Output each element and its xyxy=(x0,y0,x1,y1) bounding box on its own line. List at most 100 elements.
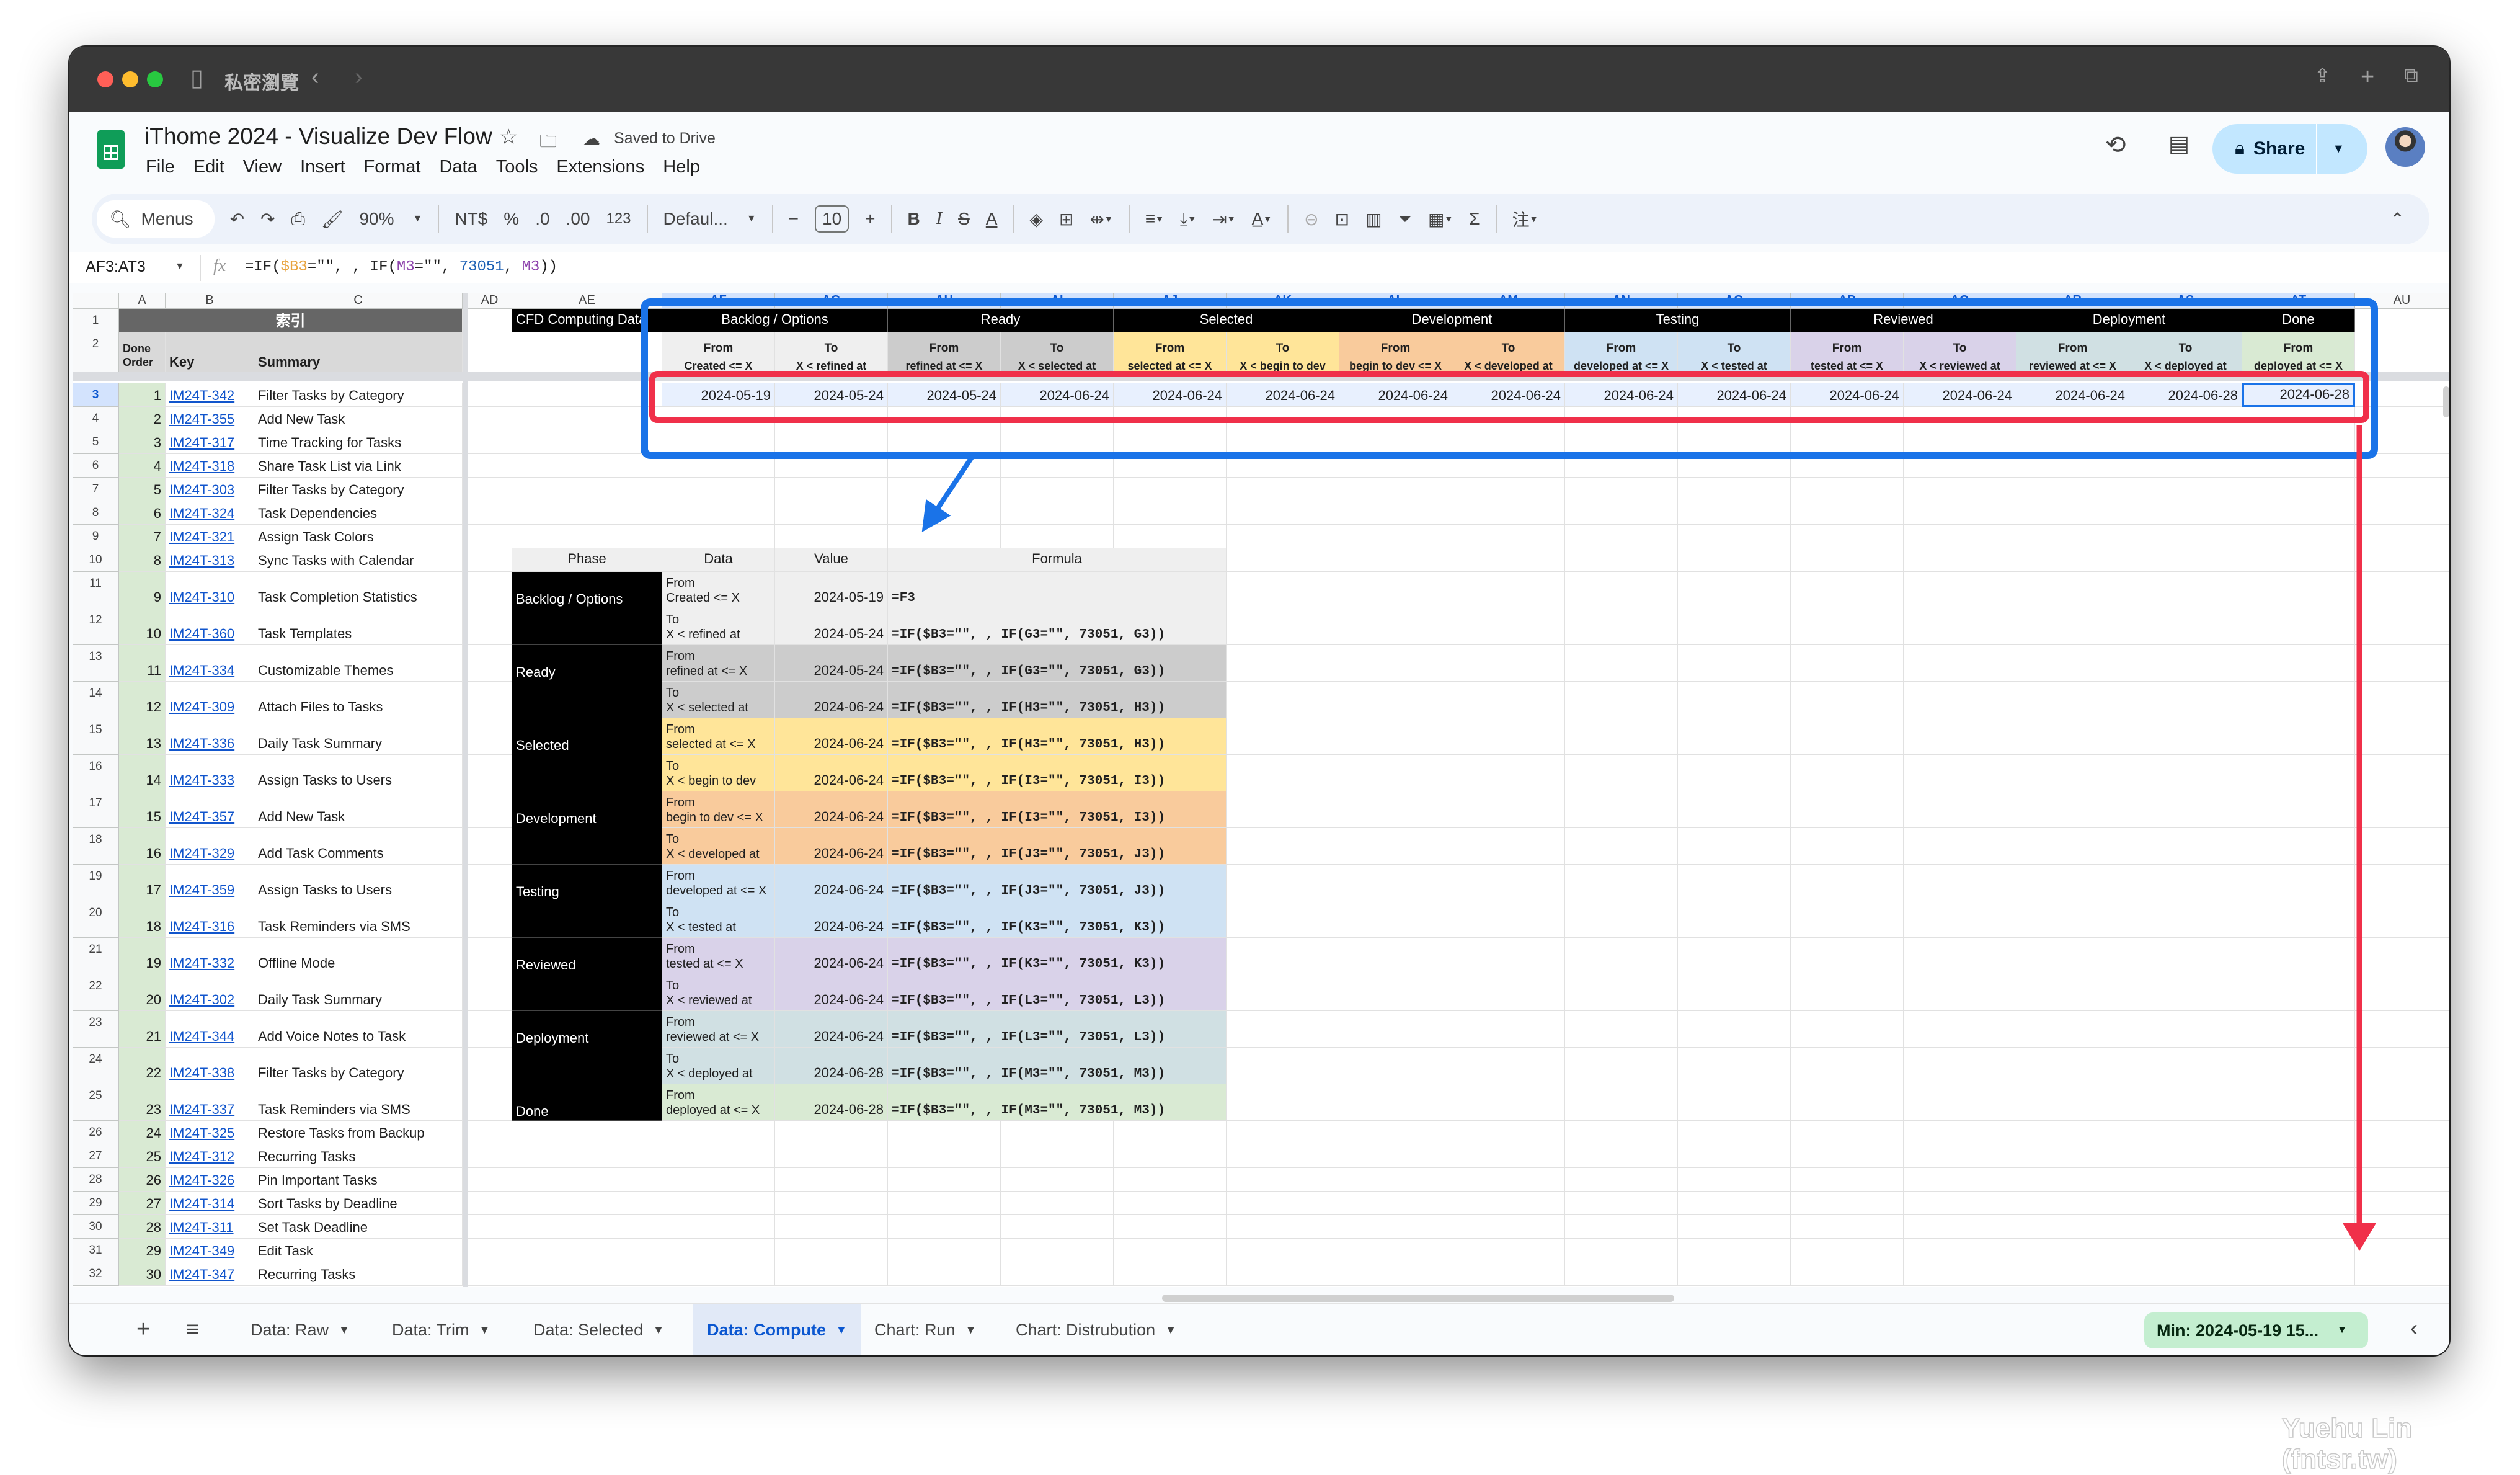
cell[interactable] xyxy=(2355,1192,2449,1215)
cell[interactable] xyxy=(1565,645,1678,682)
cell[interactable] xyxy=(2355,548,2449,572)
chevron-down-icon[interactable]: ▼ xyxy=(339,1324,350,1337)
issue-key-link[interactable]: IM24T-332 xyxy=(166,938,254,974)
cell[interactable] xyxy=(2129,791,2242,828)
menu-file[interactable]: File xyxy=(146,157,175,177)
horizontal-align-icon[interactable]: ≡ ▼ xyxy=(1145,209,1164,229)
cell[interactable] xyxy=(1678,1048,1791,1084)
row-header[interactable]: 1 xyxy=(73,309,119,332)
cfd-date-cell[interactable]: 2024-06-24 xyxy=(1227,383,1339,407)
cell[interactable] xyxy=(1339,1144,1452,1168)
new-tab-icon[interactable]: + xyxy=(2361,64,2374,91)
cell[interactable] xyxy=(1114,1262,1227,1286)
cell[interactable] xyxy=(2016,1262,2129,1286)
cell[interactable] xyxy=(2016,1168,2129,1192)
tab-overview-icon[interactable]: ⧉ xyxy=(2404,64,2418,87)
cell[interactable] xyxy=(1565,430,1678,454)
cell[interactable] xyxy=(468,1011,512,1048)
column-header[interactable]: AM xyxy=(1452,293,1565,309)
column-header[interactable]: AL xyxy=(1339,293,1452,309)
name-box-chevron-icon[interactable]: ▼ xyxy=(175,261,185,272)
text-color-icon[interactable]: A xyxy=(986,209,998,229)
cell[interactable] xyxy=(1114,1215,1227,1239)
cell[interactable] xyxy=(1339,828,1452,865)
decrease-decimal-button[interactable]: .0 xyxy=(535,209,549,229)
formula-cell[interactable]: =IF($B3="", , IF(J3="", 73051, J3)) xyxy=(888,828,1227,865)
issue-key-link[interactable]: IM24T-303 xyxy=(166,478,254,501)
value-cell[interactable]: 2024-06-24 xyxy=(775,1011,888,1048)
cell[interactable] xyxy=(1001,454,1114,478)
cell[interactable] xyxy=(1339,755,1452,791)
cell[interactable] xyxy=(468,1168,512,1192)
issue-key-link[interactable]: IM24T-312 xyxy=(166,1144,254,1168)
document-title[interactable]: iThome 2024 - Visualize Dev Flow xyxy=(144,123,492,149)
cell[interactable] xyxy=(2129,430,2242,454)
issue-key-link[interactable]: IM24T-313 xyxy=(166,548,254,572)
filter-icon[interactable]: ⏷ xyxy=(1398,209,1412,229)
cell[interactable] xyxy=(2016,755,2129,791)
cell[interactable] xyxy=(2016,1239,2129,1262)
paint-format-icon[interactable]: 🖌︎ xyxy=(321,209,344,229)
formula-input[interactable]: =IF($B3="", , IF(M3="", 73051, M3)) xyxy=(245,259,557,275)
cell[interactable] xyxy=(1227,1084,1339,1121)
column-header[interactable]: AJ xyxy=(1114,293,1227,309)
issue-key-link[interactable]: IM24T-349 xyxy=(166,1239,254,1262)
cell[interactable] xyxy=(1565,1262,1678,1286)
cell[interactable] xyxy=(1678,1121,1791,1144)
column-header[interactable]: AS xyxy=(2129,293,2242,309)
cell[interactable] xyxy=(1678,1168,1791,1192)
cell[interactable] xyxy=(1678,1215,1791,1239)
cell[interactable] xyxy=(888,1192,1001,1215)
value-cell[interactable]: 2024-06-28 xyxy=(775,1048,888,1084)
cell[interactable] xyxy=(2129,1239,2242,1262)
cell[interactable] xyxy=(1565,1239,1678,1262)
cell[interactable] xyxy=(1904,828,2016,865)
cell[interactable] xyxy=(1227,974,1339,1011)
row-header[interactable]: 23 xyxy=(73,1011,119,1048)
cell[interactable] xyxy=(1339,1215,1452,1239)
row-header[interactable]: 2 xyxy=(73,332,119,372)
issue-key-link[interactable]: IM24T-309 xyxy=(166,682,254,718)
increase-font-size-icon[interactable]: + xyxy=(865,209,875,229)
cell[interactable] xyxy=(1452,828,1565,865)
cell[interactable] xyxy=(1339,1168,1452,1192)
cell[interactable] xyxy=(2016,682,2129,718)
cell[interactable] xyxy=(1227,407,1339,430)
cell[interactable] xyxy=(1114,1144,1227,1168)
input-tools-icon[interactable]: 注 ▼ xyxy=(1512,207,1538,231)
cell[interactable] xyxy=(1904,525,2016,548)
version-history-icon[interactable]: ⟲ xyxy=(2105,131,2126,159)
cell[interactable] xyxy=(1565,1192,1678,1215)
row-header[interactable]: 28 xyxy=(73,1168,119,1192)
row-header[interactable]: 9 xyxy=(73,525,119,548)
cell[interactable] xyxy=(2242,865,2355,901)
cell[interactable] xyxy=(2242,501,2355,525)
cell[interactable] xyxy=(2016,608,2129,645)
cell[interactable] xyxy=(1452,755,1565,791)
cell[interactable] xyxy=(1791,1239,1904,1262)
cell[interactable] xyxy=(1791,1262,1904,1286)
cell[interactable] xyxy=(1678,454,1791,478)
cell[interactable] xyxy=(1565,755,1678,791)
row-header[interactable]: 14 xyxy=(73,682,119,718)
cell[interactable] xyxy=(1339,901,1452,938)
cell[interactable] xyxy=(1791,645,1904,682)
cell[interactable] xyxy=(1001,430,1114,454)
cfd-date-cell[interactable]: 2024-06-28 xyxy=(2129,383,2242,407)
value-cell[interactable]: 2024-06-24 xyxy=(775,938,888,974)
cell[interactable] xyxy=(2242,1144,2355,1168)
cell[interactable] xyxy=(1565,828,1678,865)
cfd-date-cell[interactable]: 2024-06-24 xyxy=(1678,383,1791,407)
cell[interactable] xyxy=(1227,1121,1339,1144)
cell[interactable] xyxy=(1452,791,1565,828)
row-header[interactable]: 3 xyxy=(73,383,119,407)
cell[interactable] xyxy=(1904,791,2016,828)
cell[interactable] xyxy=(1452,938,1565,974)
issue-key-link[interactable]: IM24T-302 xyxy=(166,974,254,1011)
cell[interactable] xyxy=(1904,645,2016,682)
cell[interactable] xyxy=(2242,478,2355,501)
cell[interactable] xyxy=(1904,1239,2016,1262)
cell[interactable] xyxy=(1452,682,1565,718)
row-header[interactable]: 32 xyxy=(73,1262,119,1286)
percent-format-button[interactable]: % xyxy=(504,209,519,229)
